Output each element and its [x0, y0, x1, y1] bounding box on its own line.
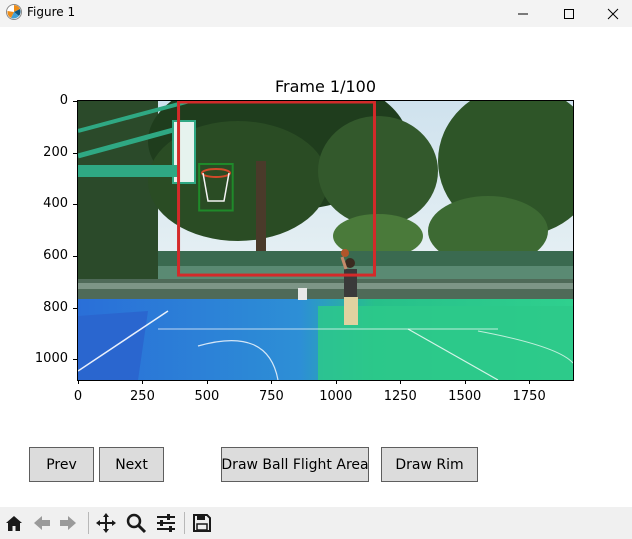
- figure-canvas: Frame 1/100 Prev Next Draw Ball Flight A…: [0, 27, 632, 507]
- minimize-button[interactable]: [500, 0, 546, 27]
- x-tick-label: 1750: [512, 389, 546, 404]
- toolbar-separator: [184, 512, 185, 534]
- x-tick-mark: [529, 380, 531, 384]
- window-title-bar: Figure 1: [0, 0, 632, 27]
- y-tick-label: 200: [43, 144, 68, 160]
- close-button[interactable]: [590, 0, 632, 27]
- y-tick-label: 400: [43, 196, 68, 212]
- next-button[interactable]: Next: [99, 447, 164, 482]
- y-tick-label: 800: [43, 299, 68, 315]
- draw-rim-button[interactable]: Draw Rim: [381, 447, 478, 482]
- x-tick-label: 0: [73, 389, 83, 404]
- minimize-icon: [518, 13, 528, 14]
- close-icon: [607, 8, 619, 19]
- back-button[interactable]: [30, 511, 54, 535]
- y-tick-label: 1000: [34, 351, 68, 367]
- y-tick-label: 600: [43, 248, 68, 263]
- save-button[interactable]: [190, 511, 214, 535]
- configure-subplots-button[interactable]: [154, 511, 178, 535]
- maximize-icon: [564, 8, 574, 19]
- home-button[interactable]: [2, 511, 26, 535]
- y-tick-mark: [73, 256, 77, 257]
- y-tick-mark: [73, 204, 77, 206]
- x-tick-label: 1500: [448, 389, 482, 404]
- draw-ball-flight-area-button[interactable]: Draw Ball Flight Area: [221, 447, 369, 482]
- x-tick-mark: [206, 380, 208, 384]
- x-tick-label: 250: [130, 389, 155, 404]
- pan-button[interactable]: [94, 511, 118, 535]
- axes-frame: [77, 100, 574, 381]
- prev-button[interactable]: Prev: [29, 447, 94, 482]
- x-tick-mark: [335, 380, 337, 384]
- maximize-button[interactable]: [546, 0, 592, 27]
- x-tick-mark: [400, 380, 402, 384]
- x-tick-label: 1000: [319, 389, 353, 404]
- pan-icon: [96, 513, 116, 533]
- x-tick-label: 1250: [383, 389, 417, 404]
- y-tick-mark: [73, 307, 77, 309]
- y-tick-mark: [73, 101, 77, 102]
- x-tick-label: 500: [194, 389, 220, 404]
- x-tick-mark: [464, 380, 466, 384]
- y-tick-label: 0: [59, 93, 68, 108]
- save-icon: [193, 514, 211, 532]
- y-tick-mark: [73, 152, 77, 154]
- x-tick-mark: [142, 380, 144, 384]
- x-tick-mark: [78, 380, 79, 384]
- zoom-button[interactable]: [124, 511, 148, 535]
- x-tick-label: 750: [258, 389, 284, 404]
- window-title: Figure 1: [27, 5, 76, 19]
- toolbar-separator: [88, 512, 89, 534]
- navigation-toolbar: [0, 507, 632, 539]
- x-tick-mark: [271, 380, 273, 384]
- y-tick-mark: [73, 359, 77, 361]
- back-arrow-icon: [34, 516, 50, 530]
- zoom-icon: [126, 513, 147, 534]
- forward-button[interactable]: [56, 511, 80, 535]
- matplotlib-logo-icon: [6, 4, 22, 20]
- home-icon: [6, 516, 22, 531]
- forward-arrow-icon: [60, 516, 76, 530]
- axes-title: Frame 1/100: [274, 77, 377, 96]
- configure-subplots-icon: [157, 514, 175, 532]
